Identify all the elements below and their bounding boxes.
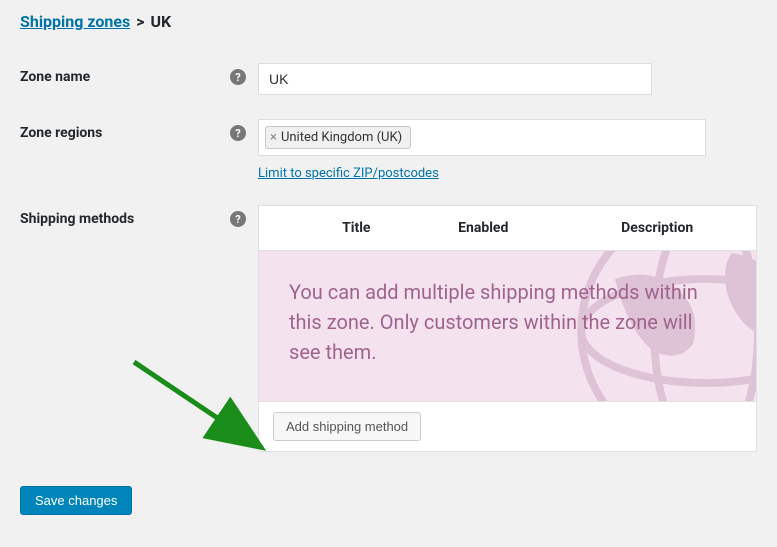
shipping-methods-label: Shipping methods	[20, 211, 134, 227]
region-tag-label: United Kingdom (UK)	[281, 130, 402, 145]
zone-regions-row: Zone regions ? × United Kingdom (UK) Lim…	[20, 119, 757, 181]
shipping-methods-row: Shipping methods ? Title Enabled Descrip…	[20, 205, 757, 452]
zone-name-row: Zone name ?	[20, 63, 757, 95]
col-title: Title	[305, 206, 409, 251]
col-enabled: Enabled	[408, 206, 558, 251]
add-method-row: Add shipping method	[259, 402, 757, 452]
shipping-methods-table: Title Enabled Description	[258, 205, 757, 452]
breadcrumb-parent-link[interactable]: Shipping zones	[20, 12, 130, 31]
col-drag	[259, 206, 305, 251]
methods-placeholder-row: You can add multiple shipping methods wi…	[259, 251, 757, 402]
limit-postcodes-link[interactable]: Limit to specific ZIP/postcodes	[258, 166, 439, 181]
add-shipping-method-button[interactable]: Add shipping method	[273, 412, 421, 441]
help-icon[interactable]: ?	[230, 211, 246, 227]
breadcrumb-separator: >	[136, 12, 144, 31]
help-icon[interactable]: ?	[230, 69, 246, 85]
zone-regions-input[interactable]: × United Kingdom (UK)	[258, 119, 706, 156]
remove-icon[interactable]: ×	[270, 131, 277, 144]
methods-placeholder-text: You can add multiple shipping methods wi…	[289, 277, 726, 367]
breadcrumb: Shipping zones > UK	[20, 12, 757, 31]
col-description: Description	[558, 206, 756, 251]
zone-name-input[interactable]	[258, 63, 652, 95]
help-icon[interactable]: ?	[230, 125, 246, 141]
zone-name-label: Zone name	[20, 69, 90, 85]
breadcrumb-current: UK	[150, 12, 171, 31]
zone-regions-label: Zone regions	[20, 125, 102, 141]
region-tag: × United Kingdom (UK)	[265, 126, 411, 149]
save-changes-button[interactable]: Save changes	[20, 486, 132, 515]
